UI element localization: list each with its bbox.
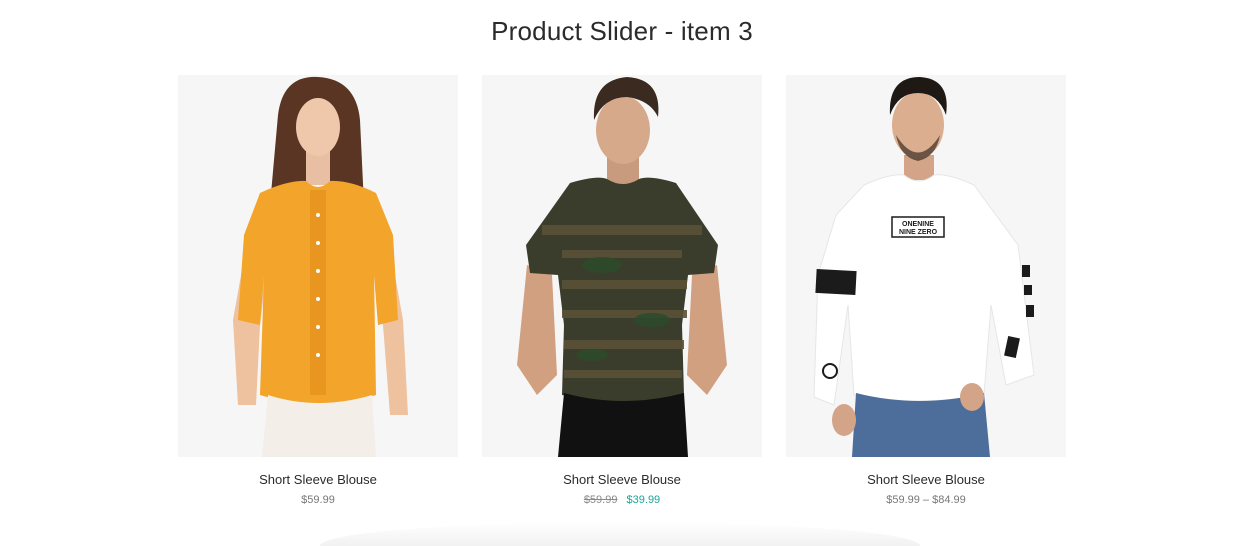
product-title[interactable]: Short Sleeve Blouse [178,472,458,488]
section-title: Product Slider - item 3 [491,16,753,46]
product-price: $59.99 $39.99 [482,493,762,507]
product-photo [482,75,762,457]
product-title[interactable]: Short Sleeve Blouse [482,472,762,488]
product-slider: Short Sleeve Blouse $59.99 Short Sleeve … [178,75,1066,507]
product-card[interactable]: Short Sleeve Blouse $59.99 [178,75,458,507]
product-title[interactable]: Short Sleeve Blouse [786,472,1066,488]
product-photo: ONENINE NINE ZERO [786,75,1066,457]
product-card[interactable]: Short Sleeve Blouse $59.99 $39.99 [482,75,762,507]
tee-print-line-2: NINE ZERO [899,229,938,236]
product-card[interactable]: ONENINE NINE ZERO Short Sleeve Blouse $5… [786,75,1066,507]
price-sale: $39.99 [626,494,661,506]
page: Product Slider - item 3 Short Sleeve Blo… [0,0,1248,546]
price-original: $59.99 [583,494,618,506]
product-photo [178,75,458,457]
price-regular: $59.99 [301,494,335,506]
product-image[interactable]: ONENINE NINE ZERO [786,75,1066,457]
product-price: $59.99 [178,493,458,507]
product-image[interactable] [178,75,458,457]
slider-shadow [320,522,920,546]
price-range: $59.99 – $84.99 [886,494,966,506]
tee-print-line-1: ONENINE [902,221,934,228]
product-image[interactable] [482,75,762,457]
product-price: $59.99 – $84.99 [786,493,1066,507]
